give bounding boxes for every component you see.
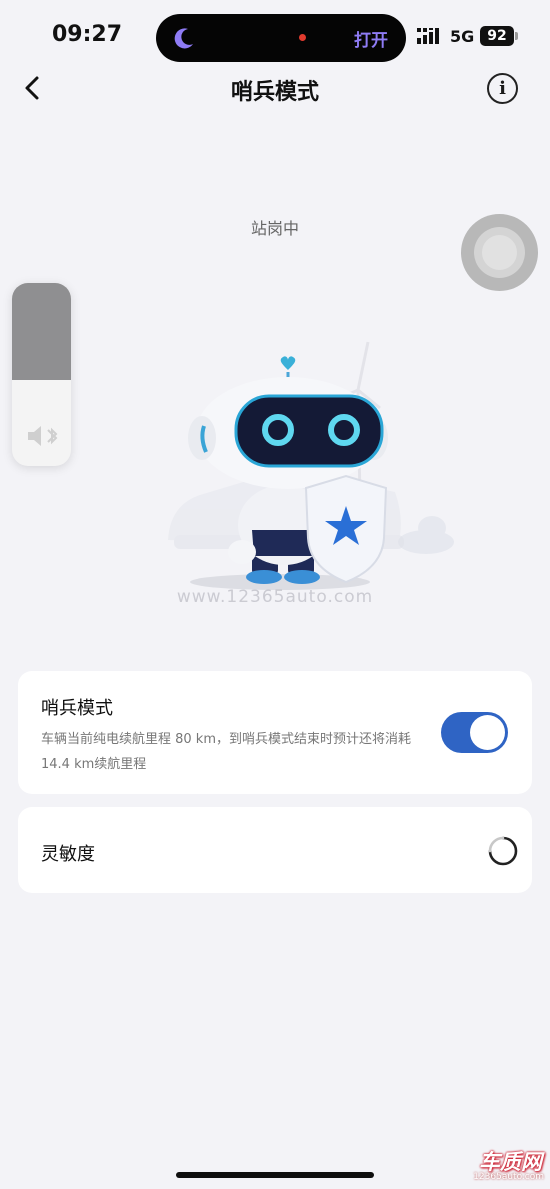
- sensitivity-label: 灵敏度: [41, 844, 95, 865]
- dynamic-island[interactable]: 打开: [156, 14, 406, 62]
- volume-hud[interactable]: [12, 283, 71, 466]
- toggle-knob: [470, 715, 505, 750]
- watermark-text: www.12365auto.com: [176, 587, 374, 607]
- sentry-mode-description: 车辆当前纯电续航里程 80 km，到哨兵模式结束时预计还将消耗14.4 km续航…: [41, 732, 411, 772]
- moon-icon: [174, 28, 193, 49]
- sentry-mascot-illustration: [168, 341, 454, 590]
- sensitivity-card[interactable]: 灵敏度: [18, 807, 532, 893]
- status-bar: 09:27 打开 5G 92: [0, 0, 550, 70]
- corner-logo-url: 12365auto.com: [473, 1172, 544, 1182]
- sentry-mode-card: 哨兵模式 车辆当前纯电续航里程 80 km，到哨兵模式结束时预计还将消耗14.4…: [18, 671, 532, 794]
- volume-level-fill: [12, 283, 71, 380]
- speaker-bluetooth-icon: [28, 426, 58, 446]
- signal-icon: [417, 28, 439, 44]
- battery-nub: [515, 32, 518, 40]
- home-indicator[interactable]: [176, 1172, 374, 1178]
- assistive-touch-core: [482, 235, 517, 270]
- status-time: 09:27: [52, 22, 123, 47]
- page-title: 哨兵模式: [230, 80, 319, 105]
- battery-badge: 92: [480, 26, 514, 46]
- network-label: 5G: [450, 27, 475, 46]
- corner-logo: 车质网 12365auto.com: [448, 1146, 548, 1186]
- spinner-icon: [488, 836, 518, 866]
- info-button[interactable]: i: [487, 73, 518, 104]
- info-icon: i: [499, 78, 506, 99]
- island-open-button[interactable]: 打开: [354, 26, 388, 51]
- sentry-mode-title: 哨兵模式: [41, 698, 113, 719]
- assistive-touch-button[interactable]: [461, 214, 538, 291]
- recording-dot: [299, 34, 306, 41]
- cloud-icon: [398, 516, 454, 554]
- sentry-mode-toggle[interactable]: [441, 712, 508, 753]
